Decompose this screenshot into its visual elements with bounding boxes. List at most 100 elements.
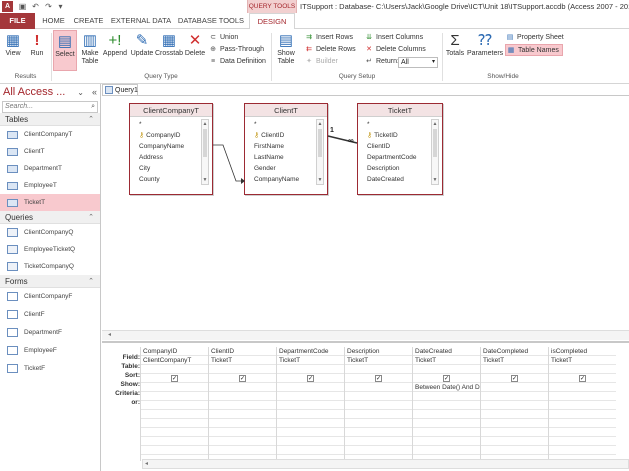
pass-through-button[interactable]: ⊕ Pass-Through <box>208 44 264 56</box>
qat-dropdown-icon[interactable]: ▾ <box>55 1 66 12</box>
update-button[interactable]: ✎ Update <box>129 32 155 57</box>
grid-empty-cell[interactable] <box>209 410 276 419</box>
grid-or-cell[interactable] <box>141 392 208 401</box>
grid-field-cell[interactable]: DepartmentCode <box>277 347 344 356</box>
grid-empty-cell[interactable] <box>277 401 344 410</box>
grid-criteria-cell[interactable]: Between Date() And Dat <box>413 383 480 392</box>
nav-item-departmentf[interactable]: DepartmentF <box>0 324 100 341</box>
nav-item-ticketf[interactable]: TicketF <box>0 360 100 377</box>
grid-empty-cell[interactable] <box>345 437 412 446</box>
grid-table-cell[interactable]: TicketT <box>481 356 548 365</box>
grid-empty-cell[interactable] <box>549 410 616 419</box>
grid-empty-cell[interactable] <box>209 401 276 410</box>
nav-section-tables[interactable]: Tables ⌃ <box>0 113 100 126</box>
grid-empty-cell[interactable] <box>481 419 548 428</box>
grid-table-cell[interactable]: TicketT <box>277 356 344 365</box>
nav-menu-chevron-icon[interactable]: ⌄ <box>77 84 84 101</box>
grid-or-cell[interactable] <box>277 392 344 401</box>
nav-item-tickett[interactable]: TicketT <box>0 194 100 211</box>
grid-empty-cell[interactable] <box>481 401 548 410</box>
return-select[interactable]: All ▾ <box>398 57 438 68</box>
grid-empty-cell[interactable] <box>413 410 480 419</box>
grid-or-cell[interactable] <box>345 392 412 401</box>
table-names-button[interactable]: ▦ Table Names <box>505 44 563 56</box>
redo-icon[interactable]: ↷ <box>43 1 54 12</box>
grid-criteria-cell[interactable] <box>345 383 412 392</box>
tab-external-data[interactable]: EXTERNAL DATA <box>108 13 174 29</box>
grid-show-cell[interactable]: ✓ <box>209 374 276 383</box>
show-checkbox[interactable]: ✓ <box>579 375 586 382</box>
show-table-button[interactable]: ▤ Show Table <box>274 32 298 66</box>
shutter-bar-close-icon[interactable]: « <box>92 84 97 101</box>
grid-empty-cell[interactable] <box>345 446 412 455</box>
grid-empty-cell[interactable] <box>549 401 616 410</box>
grid-empty-cell[interactable] <box>209 428 276 437</box>
make-table-button[interactable]: ▥ Make Table <box>79 32 101 66</box>
grid-empty-cell[interactable] <box>413 419 480 428</box>
grid-field-cell[interactable]: isCompleted <box>549 347 616 356</box>
grid-empty-cell[interactable] <box>481 428 548 437</box>
grid-criteria-cell[interactable] <box>277 383 344 392</box>
nav-item-departmentt[interactable]: DepartmentT <box>0 160 100 177</box>
grid-sort-cell[interactable] <box>209 365 276 374</box>
grid-field-cell[interactable]: DateCreated <box>413 347 480 356</box>
grid-or-cell[interactable] <box>481 392 548 401</box>
tab-database-tools[interactable]: DATABASE TOOLS <box>177 13 245 29</box>
run-button[interactable]: ! Run <box>27 32 47 57</box>
grid-empty-cell[interactable] <box>413 401 480 410</box>
grid-show-cell[interactable]: ✓ <box>549 374 616 383</box>
show-checkbox[interactable]: ✓ <box>307 375 314 382</box>
nav-item-ticketcompanyq[interactable]: TicketCompanyQ <box>0 258 100 275</box>
grid-empty-cell[interactable] <box>141 410 208 419</box>
nav-item-clientcompanyq[interactable]: ClientCompanyQ <box>0 224 100 241</box>
nav-item-employeef[interactable]: EmployeeF <box>0 342 100 359</box>
grid-show-cell[interactable]: ✓ <box>141 374 208 383</box>
grid-sort-cell[interactable] <box>549 365 616 374</box>
show-checkbox[interactable]: ✓ <box>239 375 246 382</box>
tab-file[interactable]: FILE <box>0 13 35 29</box>
grid-empty-cell[interactable] <box>345 419 412 428</box>
scroll-left-icon[interactable]: ◂ <box>108 331 111 338</box>
grid-show-cell[interactable]: ✓ <box>413 374 480 383</box>
grid-field-cell[interactable]: ClientID <box>209 347 276 356</box>
select-button[interactable]: ▤ Select <box>53 30 77 71</box>
grid-empty-cell[interactable] <box>277 446 344 455</box>
grid-empty-cell[interactable] <box>413 428 480 437</box>
data-definition-button[interactable]: ≡ Data Definition <box>208 56 266 68</box>
grid-horizontal-scrollbar[interactable]: ◂ <box>142 459 629 469</box>
grid-empty-cell[interactable] <box>481 437 548 446</box>
grid-empty-cell[interactable] <box>277 410 344 419</box>
grid-empty-cell[interactable] <box>413 446 480 455</box>
grid-empty-cell[interactable] <box>345 410 412 419</box>
nav-section-queries[interactable]: Queries ⌃ <box>0 211 100 224</box>
scroll-left-icon[interactable]: ◂ <box>145 460 148 467</box>
grid-criteria-cell[interactable] <box>481 383 548 392</box>
delete-columns-button[interactable]: ✕ Delete Columns <box>364 44 426 56</box>
grid-empty-cell[interactable] <box>549 428 616 437</box>
property-sheet-button[interactable]: ▤ Property Sheet <box>505 32 564 44</box>
grid-table-cell[interactable]: ClientCompanyT <box>141 356 208 365</box>
nav-pane-title[interactable]: All Access ... ⌄ « <box>0 84 101 101</box>
grid-sort-cell[interactable] <box>481 365 548 374</box>
grid-empty-cell[interactable] <box>413 437 480 446</box>
grid-empty-cell[interactable] <box>345 401 412 410</box>
grid-empty-cell[interactable] <box>141 401 208 410</box>
grid-empty-cell[interactable] <box>141 437 208 446</box>
grid-field-cell[interactable]: Description <box>345 347 412 356</box>
grid-show-cell[interactable]: ✓ <box>481 374 548 383</box>
grid-show-cell[interactable]: ✓ <box>277 374 344 383</box>
nav-item-employeeticketq[interactable]: EmployeeTicketQ <box>0 241 100 258</box>
nav-search-input[interactable]: Search... ⌕ <box>2 101 98 113</box>
nav-item-employeet[interactable]: EmployeeT <box>0 177 100 194</box>
grid-criteria-cell[interactable] <box>141 383 208 392</box>
nav-item-clientf[interactable]: ClientF <box>0 306 100 323</box>
crosstab-button[interactable]: ▦ Crosstab <box>155 32 183 57</box>
grid-empty-cell[interactable] <box>277 437 344 446</box>
grid-criteria-cell[interactable] <box>209 383 276 392</box>
grid-empty-cell[interactable] <box>481 446 548 455</box>
grid-table-cell[interactable]: TicketT <box>549 356 616 365</box>
nav-item-clientcompanyt[interactable]: ClientCompanyT <box>0 126 100 143</box>
view-button[interactable]: ▦ View <box>3 32 23 57</box>
grid-empty-cell[interactable] <box>209 419 276 428</box>
grid-or-cell[interactable] <box>413 392 480 401</box>
